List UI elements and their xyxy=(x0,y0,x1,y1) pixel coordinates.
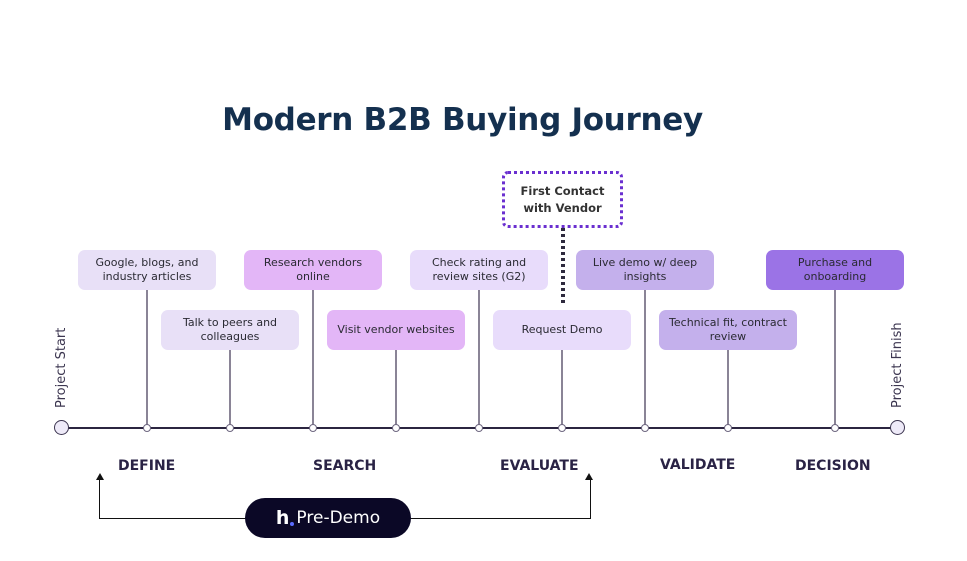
brand-logo-icon: h xyxy=(276,507,295,529)
page-title: Modern B2B Buying Journey xyxy=(222,102,703,138)
step-connector xyxy=(727,350,729,428)
step-label: Research vendors online xyxy=(263,256,363,283)
step-label: Request Demo xyxy=(521,323,603,336)
timeline-node xyxy=(641,424,649,432)
timeline-node xyxy=(558,424,566,432)
pre-demo-label: Pre-Demo xyxy=(296,508,381,528)
timeline-node xyxy=(309,424,317,432)
step-label: Technical fit, contract review xyxy=(669,316,787,343)
callout-line-2: with Vendor xyxy=(523,200,602,215)
callout-line-1: First Contact xyxy=(520,183,605,198)
step-label: Check rating and review sites (G2) xyxy=(431,256,527,283)
timeline-node xyxy=(143,424,151,432)
stage-evaluate: EVALUATE xyxy=(500,458,579,474)
step-label: Live demo w/ deep insights xyxy=(592,256,698,283)
step-label: Talk to peers and colleagues xyxy=(182,316,278,343)
timeline-node xyxy=(226,424,234,432)
step-connector xyxy=(229,350,231,428)
step-card: Technical fit, contract review xyxy=(659,310,797,350)
stage-validate: VALIDATE xyxy=(660,457,736,473)
step-connector xyxy=(395,350,397,428)
stage-search: SEARCH xyxy=(313,458,377,474)
step-card: Request Demo xyxy=(493,310,631,350)
step-label: Visit vendor websites xyxy=(337,323,455,336)
step-card: Purchase and onboarding xyxy=(766,250,904,290)
step-card: Google, blogs, and industry articles xyxy=(78,250,216,290)
step-connector xyxy=(478,290,480,428)
timeline-node xyxy=(831,424,839,432)
stage-decision: DECISION xyxy=(795,458,871,474)
step-card: Research vendors online xyxy=(244,250,382,290)
project-start-label: Project Start xyxy=(54,327,69,408)
arrow-up-icon xyxy=(96,473,104,480)
step-label: Google, blogs, and industry articles xyxy=(95,256,199,283)
timeline-node xyxy=(392,424,400,432)
step-card: Talk to peers and colleagues xyxy=(161,310,299,350)
arrow-up-icon xyxy=(585,473,593,480)
step-connector xyxy=(644,290,646,428)
callout-dotted-connector xyxy=(561,228,565,306)
step-card: Check rating and review sites (G2) xyxy=(410,250,548,290)
step-card: Live demo w/ deep insights xyxy=(576,250,714,290)
project-finish-label: Project Finish xyxy=(890,322,905,408)
first-contact-callout: First Contact with Vendor xyxy=(502,171,623,228)
step-label: Purchase and onboarding xyxy=(797,256,873,283)
step-connector xyxy=(561,350,563,428)
step-card: Visit vendor websites xyxy=(327,310,465,350)
stage-define: DEFINE xyxy=(118,458,176,474)
finish-node xyxy=(890,420,905,435)
start-node xyxy=(54,420,69,435)
step-connector xyxy=(312,290,314,428)
timeline-node xyxy=(475,424,483,432)
timeline-node xyxy=(724,424,732,432)
step-connector xyxy=(834,290,836,428)
pre-demo-badge: h Pre-Demo xyxy=(245,498,411,538)
step-connector xyxy=(146,290,148,428)
